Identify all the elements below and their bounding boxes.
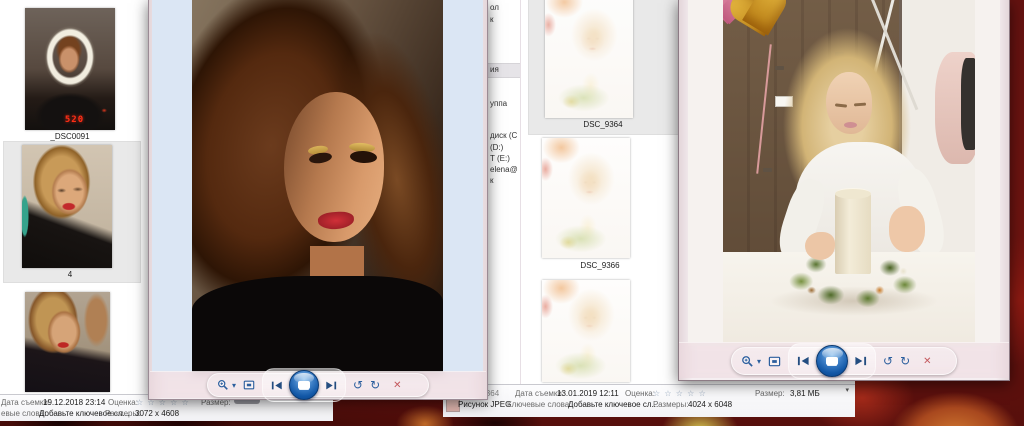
navigation-cluster (262, 368, 346, 402)
nav-item-homegroup[interactable]: уппа (490, 99, 507, 108)
thumbnail-label: DSC_9366 (525, 261, 675, 270)
nav-item-disk-c[interactable]: диск (C (490, 131, 517, 140)
timer-digits: 520 (65, 115, 84, 125)
slideshow-button[interactable] (816, 345, 848, 377)
dimensions-value: 4024 x 6048 (688, 400, 732, 409)
photo-viewer-window-center: ▾ ↺ ↻ ✕ (148, 0, 488, 400)
photo-viewer-window-right: ▾ ↺ ↻ ✕ (678, 0, 1010, 381)
chevron-down-icon[interactable]: ▾ (757, 357, 761, 366)
dimensions-value: 3072 x 4608 (135, 409, 179, 418)
photo-makeup-portrait (192, 0, 443, 372)
nav-item-selected[interactable]: ия (490, 65, 499, 74)
thumbnail-image-candle (542, 138, 630, 258)
nav-item-disk-e[interactable]: T (E:) (490, 154, 510, 163)
candle-top (835, 188, 871, 199)
nav-item-network[interactable]: к (490, 176, 494, 185)
viewer-canvas (688, 0, 1000, 346)
viewer-bottom-chrome: ▾ ↺ ↻ ✕ (150, 371, 486, 398)
hand (805, 232, 835, 260)
desktop: 520 _DSC0091 4 Дата съемки: 19.12.2018 2… (0, 0, 1024, 426)
rotate-cw-button[interactable]: ↻ (900, 355, 910, 367)
date-taken-value: 19.12.2018 23:14 (43, 398, 105, 407)
tree-list-divider (520, 0, 521, 384)
nav-item-disk-d[interactable]: (D:) (490, 143, 503, 152)
previous-button[interactable] (271, 381, 283, 390)
slideshow-button[interactable] (289, 370, 319, 400)
size-label: Размер: (755, 389, 785, 398)
wardrobe-handle (763, 168, 772, 172)
keywords-label: Ключевые слова: (507, 400, 571, 409)
candle (835, 192, 871, 274)
delete-button[interactable]: ✕ (923, 356, 931, 367)
rotate-ccw-button[interactable]: ↺ (353, 379, 363, 391)
lips (844, 122, 857, 128)
viewer-toolbar: ▾ ↺ ↻ ✕ (207, 373, 429, 397)
slideshow-icon (826, 357, 838, 365)
rating-label: Оценка: (108, 398, 138, 407)
size-value: 3,81 МБ (790, 389, 820, 398)
previous-button[interactable] (797, 356, 810, 366)
navigation-cluster (788, 343, 876, 379)
file-type: Рисунок JPEG (458, 400, 511, 409)
next-button[interactable] (325, 381, 337, 390)
zoom-button[interactable] (217, 379, 229, 391)
thumbnail-label: _DSC0091 (0, 132, 140, 141)
rating-label: Оценка: (625, 389, 655, 398)
viewer-bottom-chrome: ▾ ↺ ↻ ✕ (679, 342, 1009, 378)
date-taken-value: 13.01.2019 12:11 (557, 389, 619, 398)
actual-size-button[interactable] (243, 379, 255, 391)
nav-item-2[interactable]: к (490, 15, 494, 24)
zoom-button[interactable] (741, 355, 754, 368)
thumbnail-image-portrait (22, 145, 112, 268)
actual-size-button[interactable] (768, 355, 781, 368)
details-pane-middle: ▾ DSC_9364 Дата съемки: 13.01.2019 12:11… (443, 384, 855, 417)
thumbnail-image-ring-light: 520 (25, 8, 115, 130)
viewer-toolbar: ▾ ↺ ↻ ✕ (731, 347, 957, 375)
dimensions-label: Размеры: (653, 400, 688, 409)
slideshow-icon (298, 381, 310, 389)
thumbnail-label: 4 (0, 270, 140, 279)
next-button[interactable] (854, 356, 867, 366)
thumbnail-image-lace (25, 292, 110, 392)
chevron-down-icon[interactable]: ▾ (232, 381, 236, 390)
hand (889, 206, 925, 252)
wardrobe-handle (775, 66, 784, 70)
rotate-ccw-button[interactable]: ↺ (883, 355, 893, 367)
keywords-value[interactable]: Добавьте ключевое сл... (568, 400, 658, 409)
nav-item-user[interactable]: elena@ (490, 165, 518, 174)
viewer-canvas (152, 0, 483, 372)
thumbnail-image-candle (545, 0, 633, 118)
photo-candle-scene (723, 0, 975, 343)
nav-item-1[interactable]: ол (490, 3, 499, 12)
dark-coat (961, 58, 975, 150)
thumbnail-label: DSC_9364 (528, 120, 678, 129)
delete-button[interactable]: ✕ (393, 380, 401, 391)
black-top (192, 276, 443, 372)
rating-stars[interactable]: ☆ ☆ ☆ ☆ ☆ (653, 389, 707, 398)
thumbnail-image-candle (542, 280, 630, 382)
rotate-cw-button[interactable]: ↻ (370, 379, 380, 391)
